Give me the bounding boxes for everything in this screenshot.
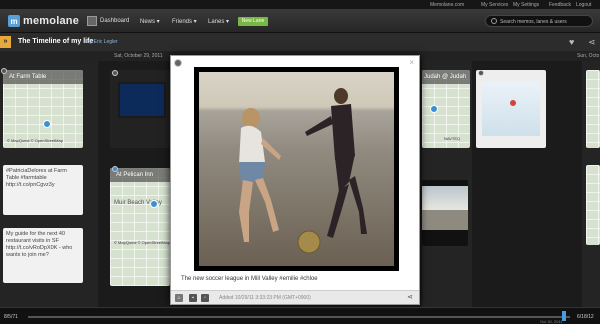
map-pin-icon: [430, 105, 438, 113]
memo-card-map[interactable]: [586, 165, 600, 245]
map-pin-icon: [150, 200, 158, 208]
utility-bar: Memolane.com My Services My Settings Fee…: [0, 0, 600, 9]
card-title: At Farm Table: [9, 74, 47, 80]
expand-chevron-icon[interactable]: »: [0, 36, 11, 48]
util-link-services[interactable]: My Services: [481, 2, 508, 8]
delete-icon[interactable]: ▪: [189, 294, 197, 302]
map-credit: © MapQuest © OpenStreetMap: [114, 240, 170, 245]
timeline-title: The Timeline of my life: [18, 38, 94, 45]
avatar[interactable]: [87, 16, 97, 26]
logo[interactable]: m memolane: [8, 14, 79, 28]
search-box: [485, 15, 593, 27]
date-label-sun: Sun, Octo: [577, 53, 600, 59]
photo-thumbnail: [482, 82, 540, 136]
util-link-logout[interactable]: Logout: [576, 2, 591, 8]
card-header: At Farm Table: [3, 70, 83, 84]
source-icon: [478, 70, 484, 76]
nav-lanes[interactable]: Lanes ▾: [208, 18, 229, 25]
source-icon: [1, 68, 7, 74]
nav-news[interactable]: News ▾: [140, 18, 160, 25]
search-icon: [491, 18, 497, 24]
memo-card-tweet[interactable]: #PatriciaDelores at Farm Table #farmtabl…: [3, 165, 83, 215]
memo-card-photo[interactable]: [110, 70, 170, 148]
edit-icon[interactable]: ▫: [201, 294, 209, 302]
photo-thumbnail: [422, 186, 468, 210]
util-link-settings[interactable]: My Settings: [513, 2, 539, 8]
nav-friends[interactable]: Friends ▾: [172, 18, 197, 25]
memo-caption: The new soccer league in Mill Valley #em…: [181, 276, 318, 282]
nav-dashboard[interactable]: Dashboard: [100, 18, 129, 24]
card-title: Judah @ Judah: [424, 74, 467, 80]
date-label-sat: Sat, October 29, 2011: [114, 53, 163, 59]
timeline-header: » The Timeline of my life by Eric Legler…: [0, 33, 600, 51]
balloon-icon: [510, 100, 516, 106]
timeline-slider: 8/5/71 6/18/12 Oct 30, 2011: [0, 307, 600, 324]
modal-footer: ⌂ ▪ ▫ Added 10/29/11 3:33:23 PM (GMT+090…: [171, 290, 419, 304]
map-pin-icon: [43, 120, 51, 128]
memo-card-farm-table[interactable]: At Farm Table © MapQuest © OpenStreetMap: [3, 70, 83, 148]
memo-card-photo[interactable]: [422, 180, 468, 246]
slider-track[interactable]: [28, 316, 570, 318]
memo-modal: × The new soccer league in Mill Valley #…: [170, 55, 420, 305]
photo-thumbnail: [118, 82, 166, 118]
modal-avatar[interactable]: [174, 59, 182, 67]
share-icon[interactable]: ⋖: [407, 293, 413, 301]
photo-frame: [194, 67, 399, 271]
main-nav: m memolane Dashboard News ▾ Friends ▾ La…: [0, 9, 600, 33]
share-icon[interactable]: ⋖: [588, 37, 596, 48]
memo-card-judah[interactable]: Judah @ Judah NAVTEQ: [422, 70, 470, 148]
new-lane-button[interactable]: New Lane: [238, 17, 268, 26]
card-text: #PatriciaDelores at Farm Table #farmtabl…: [6, 168, 67, 189]
card-header: Judah @ Judah: [422, 70, 470, 84]
logo-icon: m: [8, 15, 20, 27]
photo-thumbnail: [422, 210, 468, 230]
source-icon: [112, 166, 118, 172]
added-timestamp: Added 10/29/11 3:33:23 PM (GMT+0900): [219, 295, 311, 301]
source-icon: [112, 70, 118, 76]
memo-card-photo[interactable]: [476, 70, 546, 148]
heart-icon[interactable]: ♥: [569, 37, 574, 47]
close-icon[interactable]: ×: [409, 58, 414, 67]
memo-photo[interactable]: [199, 72, 394, 266]
util-link-feedback[interactable]: Feedback: [549, 2, 571, 8]
slider-current-date: Oct 30, 2011: [540, 319, 563, 324]
logo-text: memolane: [23, 15, 80, 27]
timeline-author-link[interactable]: by Eric Legler: [87, 39, 118, 45]
util-link-memolane[interactable]: Memolane.com: [430, 2, 464, 8]
map-navteq: NAVTEQ: [444, 136, 461, 141]
slider-end-date: 6/18/12: [577, 314, 594, 320]
memo-card-pelican-inn[interactable]: At Pelican Inn Muir Beach Valley © MapQu…: [110, 168, 170, 286]
card-header: At Pelican Inn: [110, 168, 170, 182]
search-input[interactable]: [500, 17, 590, 26]
lock-icon[interactable]: ⌂: [175, 294, 183, 302]
slider-start-date: 8/5/71: [4, 314, 18, 320]
card-text: My guide for the next 40 restaurant visi…: [6, 231, 73, 259]
memo-card-tweet[interactable]: My guide for the next 40 restaurant visi…: [3, 228, 83, 283]
soccer-photo-scene: [239, 88, 367, 254]
map-credit: © MapQuest © OpenStreetMap: [7, 138, 63, 143]
memo-card-map[interactable]: [586, 70, 600, 148]
card-title: At Pelican Inn: [116, 172, 154, 178]
